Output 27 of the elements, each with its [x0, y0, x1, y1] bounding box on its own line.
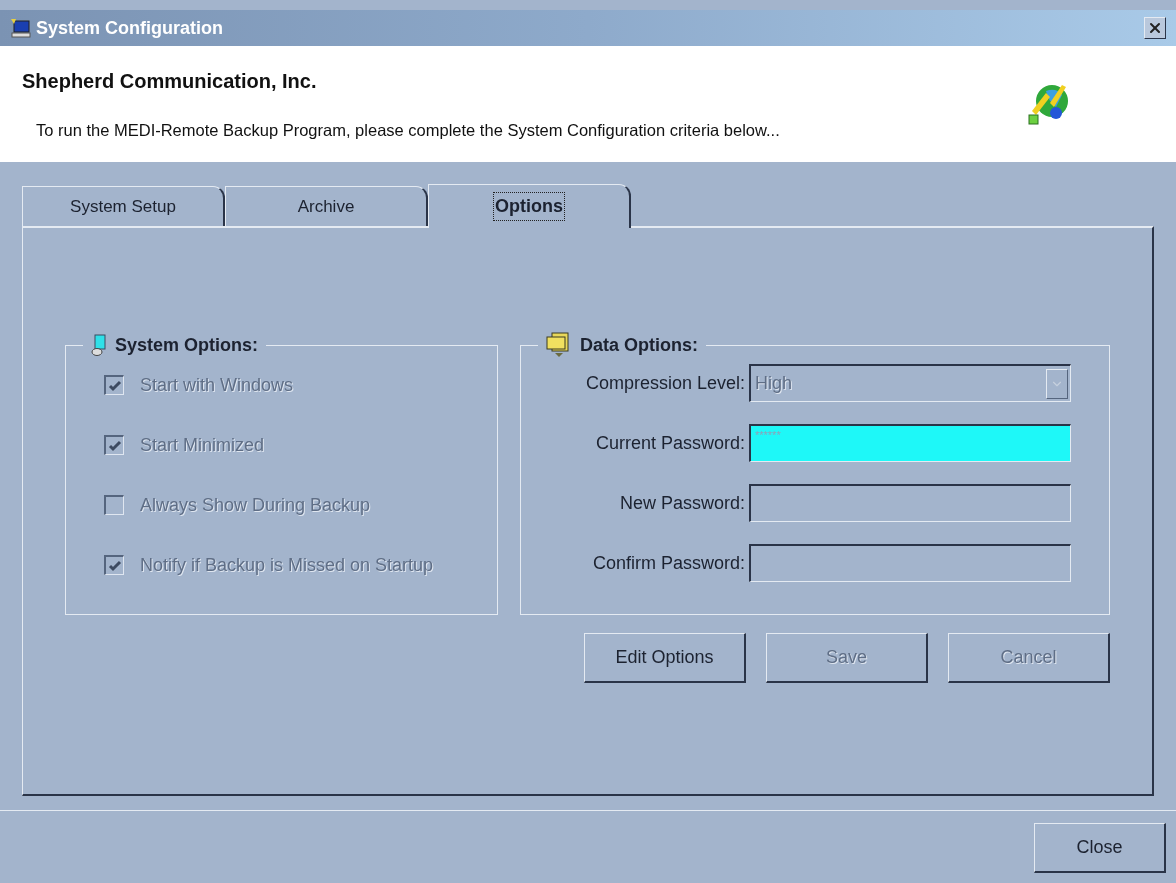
group-title: Data Options:	[580, 333, 698, 357]
checkmark-icon	[107, 439, 122, 452]
checkmark-icon	[107, 379, 122, 392]
field-label: Confirm Password:	[591, 551, 746, 575]
action-button[interactable]: Edit Options	[584, 633, 746, 683]
tab[interactable]: System Setup	[22, 186, 225, 226]
checkbox-label: Notify if Backup is Missed on Startup	[140, 553, 434, 577]
password-field[interactable]	[749, 484, 1071, 522]
field-label: Compression Level:	[584, 371, 746, 395]
tab[interactable]: Options	[428, 184, 631, 228]
password-value: ******	[754, 428, 781, 443]
checkbox-label: Start Minimized	[140, 433, 265, 457]
checkmark-icon	[107, 559, 122, 572]
password-field[interactable]	[749, 544, 1071, 582]
company-name: Shepherd Communication, Inc.	[22, 68, 318, 94]
tab[interactable]: Archive	[225, 186, 428, 226]
window-title: System Configuration	[36, 16, 223, 40]
checkbox-label: Always Show During Backup	[140, 493, 371, 517]
close-button[interactable]: Close	[1034, 823, 1166, 873]
field-label: New Password:	[618, 491, 746, 515]
instructions-text: To run the MEDI-Remote Backup Program, please complete the System Configuration criteria below...	[35, 119, 780, 141]
checkbox-label: Start with Windows	[140, 373, 294, 397]
computer-icon	[10, 18, 32, 38]
field-label: Current Password:	[594, 431, 746, 455]
close-icon[interactable]	[1144, 17, 1166, 39]
group-title: System Options:	[115, 333, 259, 357]
dropdown-value: High	[754, 372, 793, 395]
